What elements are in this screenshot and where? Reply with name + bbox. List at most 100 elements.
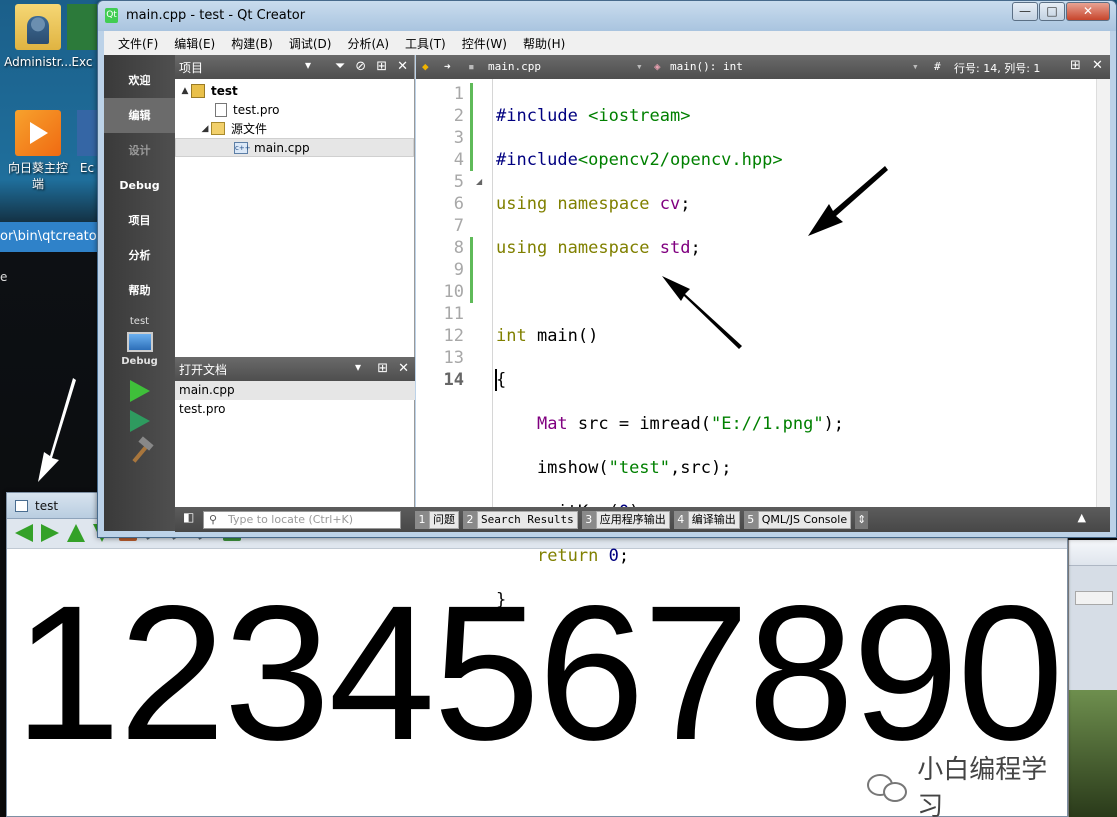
kit-config-label: Debug <box>121 356 158 367</box>
chevron-down-icon[interactable]: ▾ <box>305 58 311 72</box>
run-icon[interactable] <box>129 380 150 402</box>
chevron-down-icon[interactable]: ▾ <box>355 360 361 374</box>
pan-up-icon[interactable] <box>67 524 85 542</box>
pan-left-icon[interactable] <box>15 524 33 542</box>
tab-label: 应用程序输出 <box>595 510 670 529</box>
chevron-down-icon[interactable]: ▾ <box>912 60 919 73</box>
desktop-icon-sunlogin[interactable]: 向日葵主控端 <box>0 110 78 192</box>
project-icon <box>191 83 205 98</box>
console-fragment: e <box>0 270 8 284</box>
symbol-selector[interactable]: main(): int <box>670 60 743 73</box>
mode-selector: 欢迎 编辑 设计 Debug 项目 分析 帮助 test Debug <box>104 55 175 531</box>
tree-item-main-cpp[interactable]: c++ main.cpp <box>175 138 414 157</box>
menu-widgets[interactable]: 控件(W) <box>454 35 515 52</box>
qt-creator-window[interactable]: Qt main.cpp - test - Qt Creator — □ ✕ 文件… <box>97 0 1117 610</box>
line-number: 13 <box>443 348 464 368</box>
tree-item-label: test.pro <box>233 102 280 117</box>
close-button[interactable]: ✕ <box>1066 2 1110 21</box>
code-editor[interactable]: ◆ ➜ ▪ main.cpp ▾ ◈ main(): int ▾ # 行号: 1… <box>416 55 1110 610</box>
menu-build[interactable]: 构建(B) <box>223 35 281 52</box>
tree-item-pro-file[interactable]: test.pro <box>175 100 414 119</box>
menu-analyze[interactable]: 分析(A) <box>339 35 397 52</box>
output-tab-app-output[interactable]: 3 应用程序输出 <box>581 510 670 529</box>
open-documents-title: 打开文档 <box>179 362 228 377</box>
close-pane-icon[interactable]: ✕ <box>398 361 409 376</box>
path-strip: or\bin\qtcreator_ <box>0 222 98 252</box>
menu-debug[interactable]: 调试(D) <box>281 35 340 52</box>
tab-number: 2 <box>463 510 477 529</box>
open-documents-pane: 打开文档 ▾ ⊞ ✕ main.cpp test.pro <box>175 357 415 419</box>
watermark: 小白编程学习 <box>867 749 1067 817</box>
mode-projects[interactable]: 项目 <box>104 203 175 238</box>
code-line: #include <iostream> <box>496 106 691 126</box>
line-number: 10 <box>443 282 464 302</box>
project-pane-header: 项目 ▾ ⏷ ⊘ ⊞ ✕ <box>175 55 414 79</box>
code-line: return 0; <box>536 546 630 566</box>
desktop-icon-excel[interactable]: Exc <box>62 4 102 70</box>
close-editor-icon[interactable]: ✕ <box>1092 58 1103 73</box>
forward-icon[interactable]: ➜ <box>444 60 451 73</box>
split-icon[interactable]: ⊞ <box>376 59 387 74</box>
vertical-scrollbar[interactable] <box>1096 79 1110 507</box>
pan-right-icon[interactable] <box>41 524 59 542</box>
link-icon[interactable]: ⊘ <box>355 59 366 74</box>
code-line: #include<opencv2/opencv.hpp> <box>496 150 783 170</box>
line-number: 8 <box>453 238 464 258</box>
menu-file[interactable]: 文件(F) <box>110 35 166 52</box>
project-pane-title[interactable]: 项目 <box>179 59 203 76</box>
file-selector[interactable]: main.cpp <box>488 60 541 73</box>
split-icon[interactable]: ⊞ <box>1070 58 1081 73</box>
output-tab-issues[interactable]: 1 问题 <box>415 510 459 529</box>
menu-help[interactable]: 帮助(H) <box>515 35 573 52</box>
background-app-toolbar <box>1069 540 1117 566</box>
collapse-icon[interactable]: ▲ <box>179 86 191 96</box>
toggle-sidebar-icon[interactable]: ◧ <box>183 510 194 524</box>
output-tab-search-results[interactable]: 2 Search Results <box>463 510 578 529</box>
maximize-pane-icon[interactable]: ▲ <box>1078 511 1086 524</box>
mode-welcome[interactable]: 欢迎 <box>104 63 175 98</box>
mode-help[interactable]: 帮助 <box>104 273 175 308</box>
tree-item-project[interactable]: ▲ test <box>175 81 414 100</box>
code-line: using namespace cv; <box>496 194 691 214</box>
close-pane-icon[interactable]: ✕ <box>397 59 408 74</box>
maximize-button[interactable]: □ <box>1039 2 1065 21</box>
chevron-down-icon[interactable]: ▾ <box>636 60 643 73</box>
qt-titlebar[interactable]: Qt main.cpp - test - Qt Creator — □ ✕ <box>98 1 1116 31</box>
open-document-item[interactable]: main.cpp <box>175 381 415 400</box>
more-tabs-icon[interactable]: ⇕ <box>855 510 869 529</box>
split-icon[interactable]: ⊞ <box>377 361 388 376</box>
mode-analyze[interactable]: 分析 <box>104 238 175 273</box>
back-icon[interactable]: ◆ <box>422 60 429 73</box>
locator-input[interactable]: ⚲ Type to locate (Ctrl+K) <box>203 510 401 529</box>
open-document-item[interactable]: test.pro <box>175 400 415 419</box>
kit-selector-icon[interactable] <box>126 332 153 352</box>
mode-design[interactable]: 设计 <box>104 133 175 168</box>
tab-number: 4 <box>673 510 688 529</box>
mode-debug[interactable]: Debug <box>104 168 175 203</box>
tree-item-label: 源文件 <box>231 122 268 136</box>
desktop-icon-label: Exc <box>71 55 93 69</box>
code-text[interactable]: #include <iostream> #include<opencv2/ope… <box>496 83 844 743</box>
collapse-icon[interactable]: ◢ <box>199 124 211 134</box>
user-folder-icon <box>15 4 61 50</box>
locator-placeholder: Type to locate (Ctrl+K) <box>228 512 354 526</box>
filter-icon[interactable]: ⏷ <box>335 59 345 74</box>
minimize-button[interactable]: — <box>1012 2 1038 21</box>
line-number: 14 <box>443 370 464 390</box>
menu-tools[interactable]: 工具(T) <box>397 35 454 52</box>
tab-label: QML/JS Console <box>757 510 852 529</box>
tree-item-sources[interactable]: ◢ 源文件 <box>175 119 414 138</box>
tab-number: 3 <box>581 510 596 529</box>
fold-marker-icon[interactable]: ◢ <box>476 177 482 186</box>
mode-edit[interactable]: 编辑 <box>104 98 175 133</box>
output-tab-compile-output[interactable]: 4 编译输出 <box>673 510 740 529</box>
debug-run-icon[interactable] <box>129 410 150 432</box>
output-tab-qml-console[interactable]: 5 QML/JS Console <box>743 510 852 529</box>
cursor-position: 行号: 14, 列号: 1 <box>954 62 1041 75</box>
menu-edit[interactable]: 编辑(E) <box>166 35 223 52</box>
build-hammer-icon[interactable] <box>129 440 151 462</box>
background-app-window <box>1068 540 1117 817</box>
line-number: 5 <box>453 172 464 192</box>
